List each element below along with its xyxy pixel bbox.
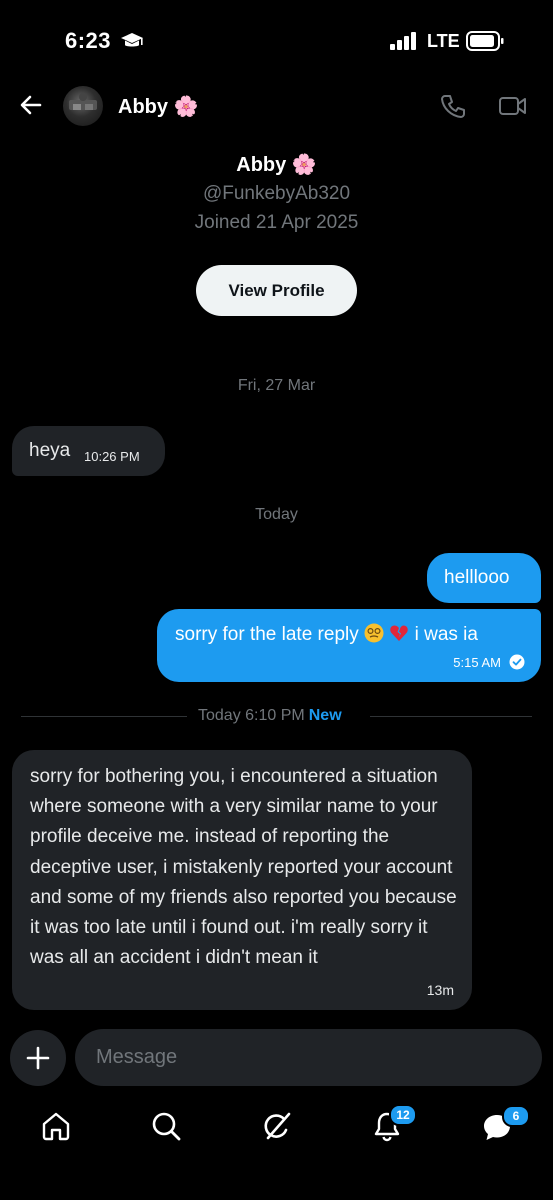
date-separator: Fri, 27 Mar: [237, 377, 316, 394]
message-text: helllooo: [444, 567, 510, 588]
message-text: heya: [29, 440, 71, 461]
avatar[interactable]: [63, 86, 103, 126]
graduation-cap-icon: [121, 33, 143, 47]
add-media-button[interactable]: [10, 1030, 66, 1086]
dizzy-face-emoji-icon: [364, 623, 384, 643]
message-text: sorry for the late reply i was ia: [175, 623, 478, 646]
new-messages-divider: Today 6:10 PM New: [198, 707, 342, 725]
message-text-part: sorry for the late reply: [175, 624, 365, 645]
message-text: sorry for bothering you, i encountered a…: [30, 766, 457, 969]
read-receipt-check-icon: [509, 654, 525, 670]
message-time: 10:26 PM: [84, 449, 140, 464]
profile-name: Abby 🌸: [236, 154, 317, 176]
message-bubble-incoming[interactable]: heya 10:26 PM: [12, 426, 165, 476]
network-type: LTE: [427, 31, 460, 51]
message-text-part: i was ia: [414, 624, 478, 645]
battery-icon: [466, 31, 504, 51]
profile-handle: @FunkebyAb320: [202, 183, 351, 204]
message-bubble-incoming[interactable]: sorry for bothering you, i encountered a…: [12, 750, 472, 1010]
date-separator: Today: [255, 506, 298, 523]
status-time: 6:23: [65, 28, 112, 53]
messages-badge: 6: [502, 1105, 530, 1127]
phone-call-icon[interactable]: [440, 93, 466, 119]
divider-timestamp: Today 6:10 PM: [198, 707, 305, 724]
message-bubble-outgoing[interactable]: sorry for the late reply i was ia 5:15 A…: [157, 609, 541, 682]
back-arrow-icon[interactable]: [18, 92, 44, 118]
profile-joined-date: Joined 21 Apr 2025: [194, 212, 359, 233]
header-contact-name[interactable]: Abby 🌸: [118, 94, 198, 119]
message-time: 5:15 AM: [453, 655, 501, 670]
video-call-icon[interactable]: [498, 93, 528, 119]
avatar-image-icon: [69, 93, 97, 110]
message-bubble-outgoing[interactable]: helllooo: [427, 553, 541, 603]
grok-icon[interactable]: [261, 1110, 293, 1142]
broken-heart-emoji-icon: [390, 625, 409, 641]
search-icon[interactable]: [150, 1110, 182, 1142]
new-label: New: [308, 707, 342, 724]
plus-icon: [26, 1046, 50, 1070]
notifications-badge: 12: [389, 1104, 417, 1126]
message-input[interactable]: [75, 1029, 542, 1086]
cellular-signal-icon: [390, 32, 416, 50]
new-messages-divider-line: [21, 716, 187, 717]
home-icon[interactable]: [40, 1110, 72, 1142]
new-messages-divider-line: [370, 716, 532, 717]
view-profile-button[interactable]: View Profile: [196, 265, 357, 316]
message-time: 13m: [426, 982, 454, 998]
